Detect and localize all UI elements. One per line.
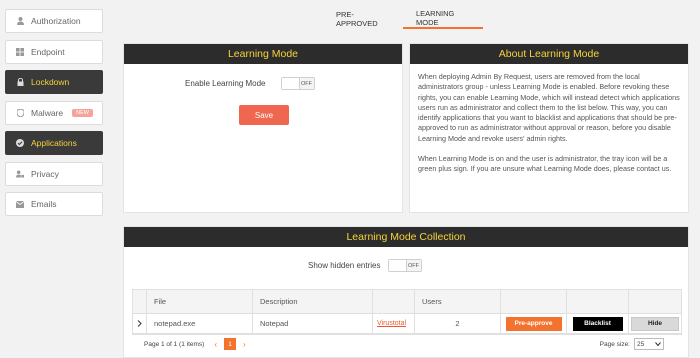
pre-approve-button[interactable]: Pre-approve [505, 316, 562, 331]
panel-title: Learning Mode [124, 44, 402, 64]
sidebar-item-label: Endpoint [31, 46, 65, 57]
about-paragraph-2: When Learning Mode is on and the user is… [418, 154, 672, 174]
show-hidden-label: Show hidden entries [308, 261, 381, 270]
header-pre-approve [501, 290, 567, 313]
envelope-icon [16, 200, 24, 208]
tab-learning-mode[interactable]: LEARNING MODE [403, 9, 483, 29]
shield-icon [16, 108, 24, 117]
blacklist-button[interactable]: Blacklist [572, 316, 623, 331]
pager-summary: Page 1 of 1 (1 items) [144, 340, 205, 348]
cell-users: 2 [415, 314, 501, 333]
sidebar-item-label: Authorization [31, 16, 81, 26]
toggle-knob [388, 260, 407, 271]
sidebar-item-authorization[interactable]: Authorization [5, 9, 103, 33]
sidebar-item-label: Applications [31, 138, 77, 148]
header-hide [629, 290, 681, 313]
cell-pre-approve: Pre-approve [501, 314, 567, 333]
windows-icon [16, 47, 24, 56]
sidebar-item-label: Privacy [31, 168, 59, 179]
sidebar-item-label: Emails [31, 199, 57, 209]
show-hidden-row: Show hidden entries OFF [308, 259, 422, 272]
lock-icon [16, 78, 24, 86]
sidebar-item-lockdown[interactable]: Lockdown [5, 70, 103, 94]
expand-row-icon[interactable] [133, 314, 147, 333]
sidebar-item-endpoint[interactable]: Endpoint [5, 39, 103, 64]
learning-mode-panel: Learning Mode Enable Learning Mode OFF S… [123, 43, 403, 213]
about-paragraph-1: When deploying Admin By Request, users a… [418, 72, 680, 143]
next-page-icon[interactable]: › [243, 340, 246, 349]
sidebar-item-applications[interactable]: Applications [5, 131, 103, 155]
header-description[interactable]: Description [253, 290, 373, 313]
header-users[interactable]: Users [415, 290, 501, 313]
page-size-select[interactable]: 25 [634, 338, 664, 350]
table-row: notepad.exe Notepad Virustotal 2 Pre-app… [133, 314, 681, 334]
sidebar-item-label: Lockdown [31, 77, 70, 87]
check-circle-icon [16, 139, 24, 147]
tab-pre-approved[interactable]: PRE-APPROVED [323, 9, 403, 29]
collection-table: File Description Users notepad.exe Notep… [132, 289, 682, 335]
hide-button[interactable]: Hide [631, 316, 679, 331]
sidebar-item-privacy[interactable]: Privacy [5, 161, 103, 186]
page-size-value: 25 [637, 340, 645, 348]
sidebar-item-label: Malware [31, 107, 64, 118]
pager: Page 1 of 1 (1 items) ‹ 1 › Page size: 2… [132, 335, 682, 353]
toggle-knob [281, 78, 300, 89]
sidebar-item-malware[interactable]: Malware NEW [5, 100, 103, 125]
page-size-control: Page size: 25 [600, 338, 664, 350]
sidebar-item-emails[interactable]: Emails [5, 192, 103, 216]
about-description: When deploying Admin By Request, users a… [410, 64, 688, 175]
cell-link: Virustotal [373, 314, 415, 333]
cell-hide: Hide [629, 314, 681, 333]
settings-sidebar: Authorization Endpoint Lockdown Malware … [5, 9, 103, 223]
header-file[interactable]: File [147, 290, 253, 313]
new-badge: NEW [72, 108, 93, 117]
toggle-state: OFF [299, 78, 314, 89]
user-icon [16, 17, 24, 25]
virustotal-link[interactable]: Virustotal [377, 320, 406, 327]
chevron-down-icon [655, 341, 661, 348]
save-button[interactable]: Save [239, 105, 289, 125]
page-number-button[interactable]: 1 [224, 338, 237, 350]
header-expand [133, 290, 147, 313]
about-learning-mode-panel: About Learning Mode When deploying Admin… [409, 43, 689, 213]
enable-learning-label: Enable Learning Mode [185, 79, 266, 88]
tab-bar: PRE-APPROVED LEARNING MODE [323, 9, 483, 29]
cell-description: Notepad [253, 314, 373, 333]
learning-mode-collection-panel: Learning Mode Collection Show hidden ent… [123, 226, 689, 358]
table-header: File Description Users [133, 290, 681, 314]
enable-learning-toggle[interactable]: OFF [280, 77, 315, 90]
cell-blacklist: Blacklist [567, 314, 629, 333]
page-size-label: Page size: [599, 340, 630, 348]
header-link [373, 290, 415, 313]
toggle-state: OFF [406, 260, 421, 271]
prev-page-icon[interactable]: ‹ [214, 340, 217, 349]
header-blacklist [567, 290, 629, 313]
panel-title: Learning Mode Collection [124, 227, 688, 247]
user-lock-icon [16, 169, 24, 178]
enable-learning-row: Enable Learning Mode OFF [185, 77, 315, 90]
cell-file: notepad.exe [147, 314, 253, 333]
show-hidden-toggle[interactable]: OFF [387, 259, 422, 272]
panel-title: About Learning Mode [410, 44, 688, 64]
